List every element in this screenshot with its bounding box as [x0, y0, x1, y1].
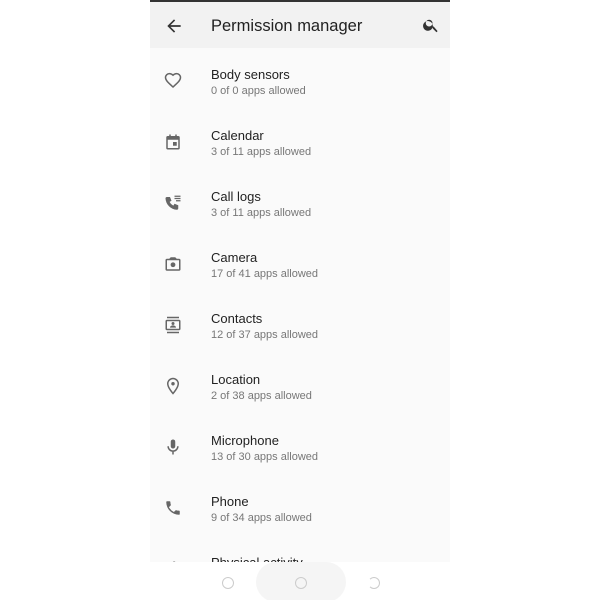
- permission-status: 2 of 38 apps allowed: [211, 390, 312, 402]
- permission-label: Microphone: [211, 433, 279, 448]
- arrow-left-icon[interactable]: [164, 16, 184, 36]
- app-bar: Permission manager: [150, 2, 450, 48]
- permission-status: 9 of 34 apps allowed: [211, 512, 312, 524]
- nav-home-button[interactable]: [295, 577, 307, 589]
- permission-status: 3 of 11 apps allowed: [211, 146, 312, 158]
- permission-label: Location: [211, 372, 261, 387]
- contacts-icon: [165, 316, 181, 334]
- permission-item-camera[interactable]: Camera 17 of 41 apps allowed: [150, 231, 450, 292]
- permission-item-call-logs[interactable]: Call logs 3 of 11 apps allowed: [150, 170, 450, 231]
- calendar-icon: [166, 134, 180, 150]
- permission-item-contacts[interactable]: Contacts 12 of 37 apps allowed: [150, 292, 450, 353]
- permission-status: 12 of 37 apps allowed: [211, 329, 319, 341]
- permission-list: Body sensors 0 of 0 apps allowed Calendar 3…: [150, 48, 450, 597]
- navigation-bar: [150, 562, 450, 600]
- camera-icon: [165, 257, 181, 271]
- location-icon: [166, 377, 180, 395]
- permission-label: Contacts: [211, 311, 263, 326]
- call-log-icon: [165, 195, 181, 210]
- permission-item-body-sensors[interactable]: Body sensors 0 of 0 apps allowed: [150, 48, 450, 109]
- permission-status: 13 of 30 apps allowed: [211, 451, 319, 463]
- phone-screen: Permission manager Body sensors 0 of 0 ap…: [150, 0, 450, 600]
- microphone-icon: [167, 439, 179, 455]
- nav-back-button[interactable]: [222, 577, 234, 589]
- permission-label: Body sensors: [211, 67, 290, 82]
- permission-item-microphone[interactable]: Microphone 13 of 30 apps allowed: [150, 414, 450, 475]
- page-title: Permission manager: [211, 17, 363, 35]
- phone-icon: [166, 501, 180, 515]
- search-icon[interactable]: [422, 16, 440, 34]
- permission-label: Call logs: [211, 189, 261, 204]
- permission-label: Camera: [211, 250, 258, 265]
- permission-label: Phone: [211, 494, 249, 509]
- permission-status: 17 of 41 apps allowed: [211, 268, 319, 280]
- nav-recents-button[interactable]: [368, 577, 380, 589]
- permission-item-phone[interactable]: Phone 9 of 34 apps allowed: [150, 475, 450, 536]
- heart-icon: [164, 72, 182, 89]
- permission-status: 3 of 11 apps allowed: [211, 207, 312, 219]
- permission-label: Calendar: [211, 128, 264, 143]
- permission-item-location[interactable]: Location 2 of 38 apps allowed: [150, 353, 450, 414]
- permission-item-calendar[interactable]: Calendar 3 of 11 apps allowed: [150, 109, 450, 170]
- permission-status: 0 of 0 apps allowed: [211, 85, 306, 97]
